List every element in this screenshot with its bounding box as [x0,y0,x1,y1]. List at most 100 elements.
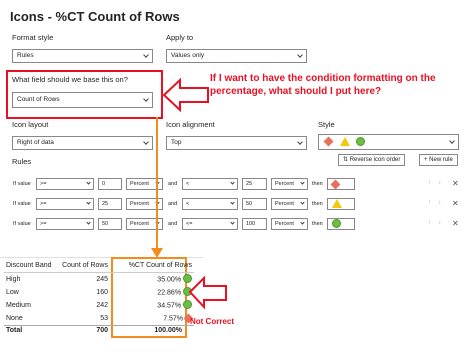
move-down-icon[interactable]: ↓ [438,219,442,226]
unit2-value: Percent [275,221,294,227]
chevron-down-icon [449,138,455,144]
icon-alignment-dropdown[interactable]: Top [166,136,307,150]
move-up-icon[interactable]: ↑ [428,199,432,206]
icon-layout-dropdown[interactable]: Right of data [12,136,153,150]
move-up-icon[interactable]: ↑ [428,179,432,186]
icon-alignment-value: Top [171,139,182,146]
rules-label: Rules [12,157,32,166]
chevron-down-icon [230,180,235,185]
new-rule-label: New rule [429,157,453,163]
delete-rule-icon[interactable]: ✕ [452,179,459,188]
operator2-value: <= [186,221,193,227]
unit1-value: Percent [130,221,149,227]
triangle-yellow-icon [340,137,350,151]
pct-cell: 34.57% [110,299,194,312]
move-down-icon[interactable]: ↓ [438,179,442,186]
total-band-cell: Total [6,327,23,334]
value1-input[interactable]: 25 [98,198,122,210]
field-value: Count of Rows [17,96,60,103]
field-dropdown[interactable]: Count of Rows [12,92,153,108]
reverse-icon-order-button[interactable]: ⇅ Reverse icon order [338,154,406,166]
operator1-value: >= [40,201,47,207]
and-label: and [168,201,178,207]
column-header[interactable]: Count of Rows [56,260,110,273]
band-cell: None [6,315,23,322]
new-rule-button[interactable]: + New rule [419,154,458,166]
reverse-icon-order-label: Reverse icon order [349,157,401,163]
pct-cell: 7.57% [110,312,194,326]
value2-input[interactable]: 25 [242,178,267,190]
unit1-value: Percent [130,181,149,187]
then-label: then [312,181,323,187]
operator1-dropdown[interactable]: >= [36,218,94,230]
table-row: None 53 7.57% [4,312,194,326]
column-header[interactable]: %CT Count of Rows [110,260,194,273]
total-count-cell: 700 [96,327,108,334]
diamond-red-icon [330,179,341,190]
field-label: What field should we base this on? [12,75,128,84]
style-dropdown[interactable] [318,134,459,150]
value1-input[interactable]: 50 [98,218,122,230]
rule-icon-dropdown[interactable] [327,198,355,210]
icon-layout-value: Right of data [17,139,54,146]
pct-value: 7.57% [163,315,184,323]
move-up-icon[interactable]: ↑ [428,219,432,226]
operator1-value: >= [40,221,47,227]
and-label: and [168,181,178,187]
apply-to-label: Apply to [166,33,194,42]
style-label: Style [318,120,335,129]
apply-to-dropdown[interactable]: Values only [166,49,307,63]
band-cell: Medium [6,302,31,309]
operator2-dropdown[interactable]: < [182,178,238,190]
operator1-dropdown[interactable]: >= [36,178,94,190]
unit2-dropdown[interactable]: Percent [271,218,308,230]
band-cell: Low [6,289,19,296]
move-down-icon[interactable]: ↓ [438,199,442,206]
chevron-down-icon [86,200,91,205]
value2-input[interactable]: 100 [242,218,267,230]
value1-input[interactable]: 0 [98,178,122,190]
diamond-red-icon [323,136,334,150]
operator2-value: < [186,201,190,207]
unit2-dropdown[interactable]: Percent [271,178,308,190]
chevron-down-icon [300,220,305,225]
operator2-value: < [186,181,190,187]
table-total-row: Total 700 100.00% [4,325,194,336]
orange-connector-line [156,117,158,255]
pct-value: 22.86% [157,289,182,297]
chevron-down-icon [86,220,91,225]
operator2-dropdown[interactable]: <= [182,218,238,230]
unit2-value: Percent [275,181,294,187]
triangle-yellow-icon [332,199,342,210]
then-label: then [312,221,323,227]
reverse-icon: ⇅ [343,157,350,163]
then-label: then [312,201,323,207]
chevron-down-icon [143,139,149,145]
chevron-down-icon [86,180,91,185]
apply-to-value: Values only [171,52,205,59]
count-cell: 242 [96,302,108,309]
chevron-down-icon [230,200,235,205]
format-style-value: Rules [17,52,34,59]
value2-input[interactable]: 50 [242,198,267,210]
if-value-label: If value [13,221,31,227]
operator1-dropdown[interactable]: >= [36,198,94,210]
chevron-down-icon [230,220,235,225]
rule-icon-dropdown[interactable] [327,218,355,230]
and-label: and [168,221,178,227]
if-value-label: If value [13,201,31,207]
delete-rule-icon[interactable]: ✕ [452,219,459,228]
unit2-dropdown[interactable]: Percent [271,198,308,210]
format-style-dropdown[interactable]: Rules [12,49,153,63]
table-row: Medium 242 34.57% [4,299,194,312]
rule-icon-dropdown[interactable] [327,178,355,190]
red-arrow-icon [162,78,209,112]
icon-alignment-label: Icon alignment [166,120,215,129]
operator2-dropdown[interactable]: < [182,198,238,210]
if-value-label: If value [13,181,31,187]
delete-rule-icon[interactable]: ✕ [452,199,459,208]
column-header[interactable]: Discount Band [4,260,56,273]
band-cell: High [6,276,21,283]
red-arrow-icon [188,276,227,310]
pct-cell: 22.86% [110,286,194,299]
